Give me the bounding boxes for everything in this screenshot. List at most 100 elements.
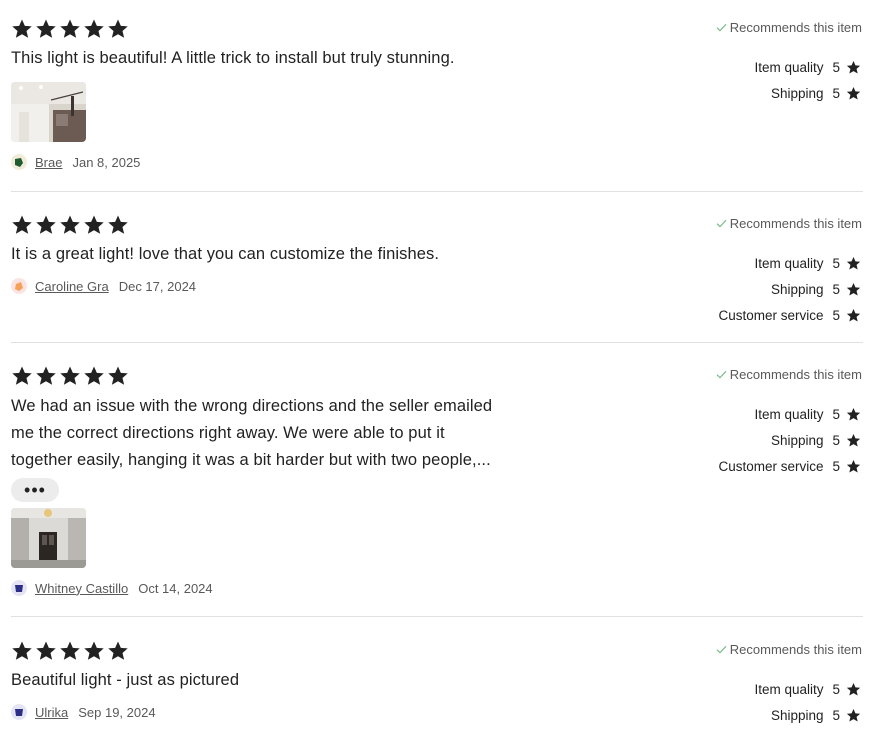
star-icon — [59, 365, 81, 387]
star-icon — [59, 214, 81, 236]
review-divider — [11, 191, 863, 192]
review-card: It is a great light! love that you can c… — [0, 214, 883, 342]
rating-item-quality: Item quality 5 — [718, 401, 861, 427]
recommends-badge: Recommends this item — [716, 20, 862, 35]
rating-value: 5 — [832, 85, 840, 101]
recommends-label: Recommends this item — [729, 20, 862, 35]
recommends-badge: Recommends this item — [716, 642, 862, 657]
check-icon — [716, 219, 727, 228]
star-icon — [107, 365, 129, 387]
star-icon — [83, 18, 105, 40]
star-icon — [83, 640, 105, 662]
star-icon — [11, 640, 33, 662]
star-icon — [107, 214, 129, 236]
review-date: Oct 14, 2024 — [138, 580, 213, 596]
star-icon — [846, 60, 861, 75]
rating-item-quality: Item quality 5 — [718, 250, 861, 276]
star-icon — [846, 282, 861, 297]
review-photo[interactable] — [11, 82, 86, 142]
star-icon — [35, 365, 57, 387]
star-icon — [846, 256, 861, 271]
star-icon — [59, 640, 81, 662]
recommends-label: Recommends this item — [729, 642, 862, 657]
rating-customer-service: Customer service 5 — [718, 302, 861, 328]
review-text: We had an issue with the wrong direction… — [11, 393, 531, 474]
review-text: Beautiful light - just as pictured — [11, 671, 240, 689]
check-icon — [716, 645, 727, 654]
reviewer-name[interactable]: Brae — [35, 155, 62, 170]
more-icon[interactable]: ••• — [11, 478, 59, 502]
rating-label: Shipping — [770, 281, 824, 297]
star-icon — [846, 86, 861, 101]
review-text-line: together easily, hanging it was a bit ha… — [11, 451, 491, 469]
rating-value: 5 — [832, 281, 840, 297]
rating-label: Shipping — [770, 85, 824, 101]
review-date: Sep 19, 2024 — [78, 704, 156, 720]
reviewer-name[interactable]: Whitney Castillo — [35, 581, 128, 596]
review-meta: Whitney Castillo Oct 14, 2024 — [11, 578, 213, 598]
star-icon — [35, 640, 57, 662]
review-photo-image — [11, 508, 86, 568]
reviewer-name[interactable]: Caroline Gra — [35, 279, 109, 294]
star-icon — [83, 365, 105, 387]
rating-label: Item quality — [754, 255, 824, 271]
avatar-icon[interactable] — [11, 278, 27, 294]
recommends-badge: Recommends this item — [716, 216, 862, 231]
rating-item-quality: Item quality 5 — [754, 54, 861, 80]
rating-label: Shipping — [770, 707, 824, 723]
review-photo-image — [11, 82, 86, 142]
rating-value: 5 — [832, 307, 840, 323]
rating-shipping: Shipping 5 — [754, 80, 861, 106]
review-meta: Ulrika Sep 19, 2024 — [11, 702, 156, 722]
star-icon — [846, 433, 861, 448]
check-icon — [716, 23, 727, 32]
review-card: We had an issue with the wrong direction… — [0, 365, 883, 617]
review-card: This light is beautiful! A little trick … — [0, 18, 883, 190]
review-date: Jan 8, 2025 — [72, 154, 141, 170]
star-icon — [107, 18, 129, 40]
rating-breakdown: Item quality 5 Shipping 5 Customer servi… — [718, 250, 861, 328]
rating-label: Shipping — [770, 432, 824, 448]
star-rating — [11, 214, 129, 236]
rating-breakdown: Item quality 5 Shipping 5 Customer servi… — [718, 401, 861, 479]
rating-value: 5 — [832, 707, 840, 723]
recommends-label: Recommends this item — [729, 367, 862, 382]
review-card: Beautiful light - just as pictured Ulrik… — [0, 640, 883, 742]
star-icon — [11, 214, 33, 236]
star-icon — [107, 640, 129, 662]
review-photo[interactable] — [11, 508, 86, 568]
review-date: Dec 17, 2024 — [118, 278, 197, 294]
star-icon — [846, 459, 861, 474]
check-icon — [716, 370, 727, 379]
rating-shipping: Shipping 5 — [754, 702, 861, 728]
rating-shipping: Shipping 5 — [718, 276, 861, 302]
review-meta: Brae Jan 8, 2025 — [11, 152, 140, 172]
star-icon — [11, 18, 33, 40]
rating-breakdown: Item quality 5 Shipping 5 — [754, 676, 861, 728]
star-rating — [11, 18, 129, 40]
rating-item-quality: Item quality 5 — [754, 676, 861, 702]
rating-label: Item quality — [754, 406, 824, 422]
star-icon — [59, 18, 81, 40]
rating-label: Customer service — [718, 307, 824, 323]
star-icon — [846, 682, 861, 697]
rating-label: Item quality — [754, 681, 824, 697]
avatar-icon[interactable] — [11, 704, 27, 720]
star-icon — [846, 708, 861, 723]
rating-label: Customer service — [718, 458, 824, 474]
review-meta: Caroline Gra Dec 17, 2024 — [11, 276, 196, 296]
reviewer-name[interactable]: Ulrika — [35, 705, 68, 720]
review-divider — [11, 616, 863, 617]
star-rating — [11, 365, 129, 387]
rating-value: 5 — [832, 406, 840, 422]
rating-value: 5 — [832, 432, 840, 448]
star-icon — [35, 214, 57, 236]
avatar-icon[interactable] — [11, 580, 27, 596]
avatar-icon[interactable] — [11, 154, 27, 170]
review-text: It is a great light! love that you can c… — [11, 245, 440, 263]
rating-value: 5 — [832, 59, 840, 75]
rating-breakdown: Item quality 5 Shipping 5 — [754, 54, 861, 106]
recommends-badge: Recommends this item — [716, 367, 862, 382]
rating-value: 5 — [832, 681, 840, 697]
review-text-line: We had an issue with the wrong direction… — [11, 397, 493, 415]
